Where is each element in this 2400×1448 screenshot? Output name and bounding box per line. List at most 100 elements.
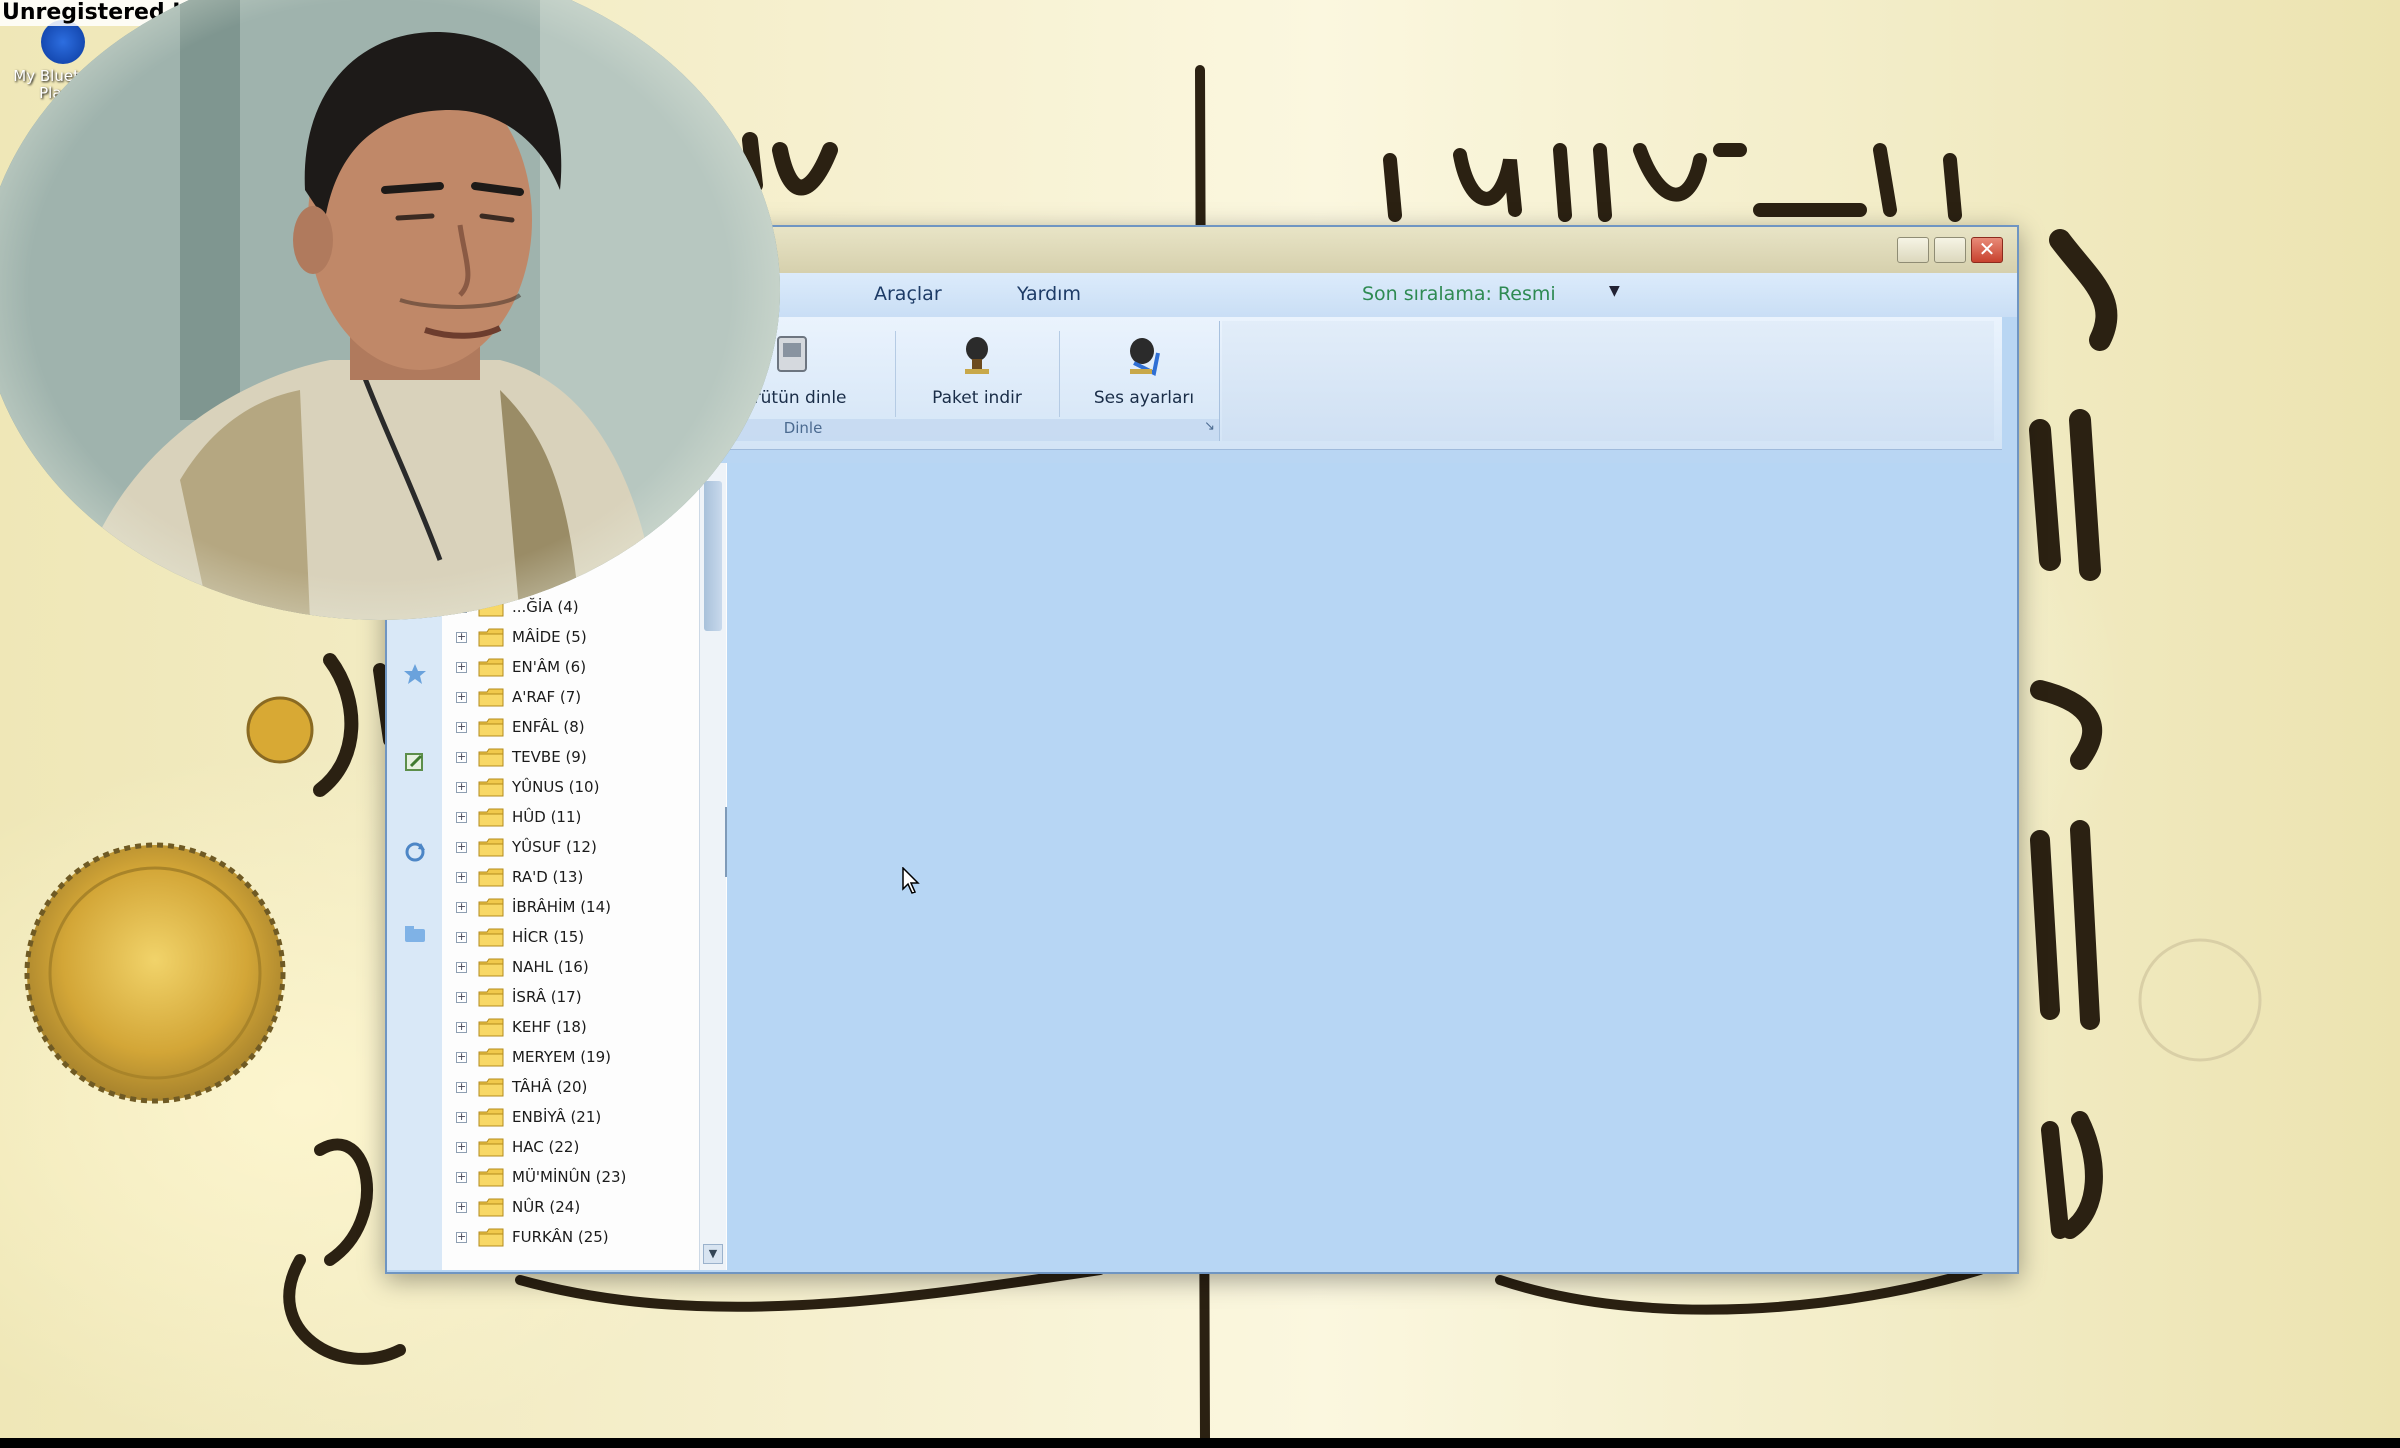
expand-icon[interactable]: + (456, 931, 467, 943)
tree-node-label: ENFÂL (8) (512, 718, 585, 736)
tree-node[interactable]: + EN'ÂM (6) (442, 653, 697, 683)
folder-icon (478, 868, 504, 887)
tree-node[interactable]: + MÂİDE (5) (442, 623, 697, 653)
tree-node[interactable]: + YÛSUF (12) (442, 833, 697, 863)
tree-node-label: ...ĞİA (4) (512, 598, 579, 616)
menu-araclar[interactable]: Araçlar (874, 283, 942, 305)
folder-icon (478, 1048, 504, 1067)
tree-node-label: HİCR (15) (512, 928, 585, 946)
package-download-button[interactable]: Paket indir (907, 329, 1047, 415)
scrollbar-thumb[interactable] (704, 481, 722, 631)
folder-icon (478, 628, 504, 647)
gold-medallion (24, 842, 286, 1104)
folder-icon (478, 808, 504, 827)
tree-node-label: KEHF (18) (512, 1018, 587, 1036)
tree-node[interactable]: + TEVBE (9) (442, 743, 697, 773)
expand-icon[interactable]: + (456, 1171, 467, 1183)
tree-node[interactable]: + NAHL (16) (442, 953, 697, 983)
expand-icon[interactable]: + (456, 1081, 467, 1093)
tree-node-label: MÂİDE (5) (512, 628, 587, 646)
tree-node[interactable]: + İBRÂHİM (14) (442, 893, 697, 923)
expand-icon[interactable]: + (456, 1201, 467, 1213)
tree-node-label: TÂHÂ (20) (512, 1078, 588, 1096)
tree-node[interactable]: + TÂHÂ (20) (442, 1073, 697, 1103)
folder-icon (478, 958, 504, 977)
folder-icon (478, 1228, 504, 1247)
package-download-label: Paket indir (932, 388, 1022, 408)
tree-node[interactable]: + HİCR (15) (442, 923, 697, 953)
tree-node-label: EN'ÂM (6) (512, 658, 587, 676)
expand-icon[interactable]: + (456, 961, 467, 973)
tree-node-label: MÜ'MİNÛN (23) (512, 1168, 627, 1186)
mouse-cursor-icon (902, 867, 920, 894)
tree-node[interactable]: + YÛNUS (10) (442, 773, 697, 803)
expand-icon[interactable]: + (456, 811, 467, 823)
expand-icon[interactable]: + (456, 901, 467, 913)
sound-settings-label: Ses ayarları (1093, 388, 1195, 408)
expand-icon[interactable]: + (456, 631, 467, 643)
ribbon-empty-area (1222, 321, 1994, 441)
tree-node[interactable]: + RA'D (13) (442, 863, 697, 893)
folder-icon (478, 1138, 504, 1157)
expand-icon[interactable]: + (456, 1111, 467, 1123)
ribbon-group-caption-text: Dinle (783, 419, 823, 437)
refresh-icon[interactable] (403, 841, 427, 863)
scroll-down-arrow[interactable]: ▼ (703, 1244, 723, 1264)
tree-scrollbar[interactable]: ▼ (699, 463, 726, 1270)
folder-icon (478, 898, 504, 917)
folder-icon (478, 1018, 504, 1037)
tree-node[interactable]: + HÛD (11) (442, 803, 697, 833)
tree-node-label: HÛD (11) (512, 808, 582, 826)
package-download-icon (965, 337, 989, 374)
edit-note-icon[interactable] (403, 751, 427, 773)
expand-icon[interactable]: + (456, 691, 467, 703)
listen-icon (777, 336, 807, 372)
expand-icon[interactable]: + (456, 991, 467, 1003)
tree-node[interactable]: + A'RAF (7) (442, 683, 697, 713)
sound-settings-icon (1130, 338, 1160, 376)
minimize-button[interactable] (1897, 237, 1929, 263)
tree-node-label: NAHL (16) (512, 958, 589, 976)
tree-node[interactable]: + NÛR (24) (442, 1193, 697, 1223)
tree-node[interactable]: + FURKÂN (25) (442, 1223, 697, 1253)
tree-node-label: MERYEM (19) (512, 1048, 612, 1066)
ribbon-separator (1059, 331, 1060, 417)
folder-icon (478, 1078, 504, 1097)
tree-node-label: YÛNUS (10) (512, 778, 600, 796)
folder-icon (478, 928, 504, 947)
folder-icon (478, 718, 504, 737)
expand-icon[interactable]: + (456, 721, 467, 733)
expand-icon[interactable]: + (456, 1021, 467, 1033)
expand-icon[interactable]: + (456, 781, 467, 793)
tree-node[interactable]: + MÜ'MİNÛN (23) (442, 1163, 697, 1193)
folder-share-icon[interactable] (403, 923, 427, 945)
tree-node[interactable]: + HAC (22) (442, 1133, 697, 1163)
tree-node-label: RA'D (13) (512, 868, 584, 886)
tree-node-label: YÛSUF (12) (512, 838, 597, 856)
dialog-launcher-icon[interactable]: ↘ (1204, 419, 1215, 434)
tree-node-label: NÛR (24) (512, 1198, 581, 1216)
tree-node-label: ENBİYÂ (21) (512, 1108, 602, 1126)
tree-node[interactable]: + ENBİYÂ (21) (442, 1103, 697, 1133)
tree-node[interactable]: + ENFÂL (8) (442, 713, 697, 743)
expand-icon[interactable]: + (456, 1051, 467, 1063)
menu-yardim[interactable]: Yardım (1017, 283, 1081, 305)
sound-settings-button[interactable]: Ses ayarları (1071, 329, 1217, 415)
tree-node[interactable]: + KEHF (18) (442, 1013, 697, 1043)
expand-icon[interactable]: + (456, 751, 467, 763)
expand-icon[interactable]: + (456, 841, 467, 853)
recent-sort-label[interactable]: Son sıralama: Resmi (1362, 283, 1556, 305)
star-icon[interactable] (403, 663, 427, 685)
tree-node[interactable]: + MERYEM (19) (442, 1043, 697, 1073)
close-button[interactable]: ✕ (1971, 237, 2003, 263)
expand-icon[interactable]: + (456, 1231, 467, 1243)
chevron-down-icon[interactable]: ▼ (1609, 283, 1620, 299)
maximize-button[interactable] (1934, 237, 1966, 263)
tree-node-label: A'RAF (7) (512, 688, 582, 706)
folder-icon (478, 838, 504, 857)
tree-node-label: İBRÂHİM (14) (512, 898, 611, 916)
expand-icon[interactable]: + (456, 1141, 467, 1153)
tree-node[interactable]: + İSRÂ (17) (442, 983, 697, 1013)
expand-icon[interactable]: + (456, 871, 467, 883)
expand-icon[interactable]: + (456, 661, 467, 673)
